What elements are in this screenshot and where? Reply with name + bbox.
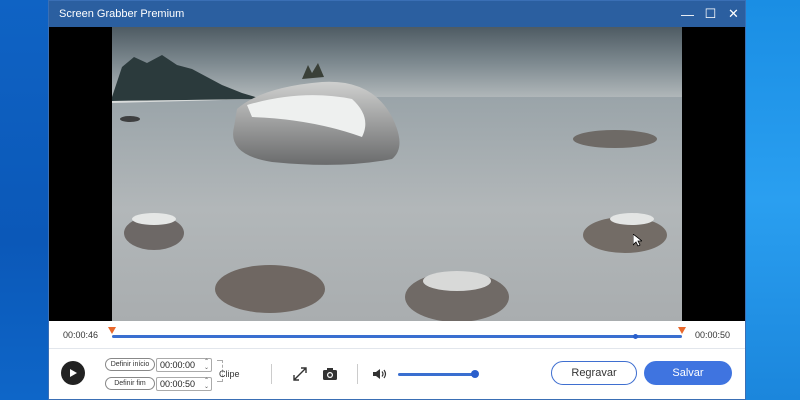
volume-slider-handle[interactable] <box>471 370 479 378</box>
save-button[interactable]: Salvar <box>644 361 732 385</box>
start-time-value: 00:00:00 <box>160 359 196 370</box>
spinner-arrows-icon[interactable]: ⌃ ⌄ <box>204 378 209 390</box>
close-button[interactable]: ✕ <box>722 1 745 27</box>
start-marker-handle[interactable] <box>108 327 116 334</box>
end-time-row: Definir fim 00:00:50 ⌃ ⌄ <box>105 376 212 391</box>
lake-scene-image <box>112 27 682 321</box>
app-window: Screen Grabber Premium — ☐ ✕ 00:00:46 00… <box>48 0 746 400</box>
video-preview[interactable] <box>49 27 745 321</box>
volume-button[interactable] <box>371 365 389 383</box>
control-bar: Definir início 00:00:00 ⌃ ⌄ Definir fim 0… <box>49 350 745 400</box>
timeline-track[interactable] <box>112 335 682 338</box>
set-start-button[interactable]: Definir início <box>105 358 155 371</box>
volume-slider-track[interactable] <box>398 373 476 376</box>
divider <box>271 364 272 384</box>
desktop-background-left <box>0 0 48 400</box>
expand-icon <box>293 367 307 381</box>
minimize-button[interactable]: — <box>676 1 699 27</box>
camera-icon <box>323 368 337 380</box>
play-icon <box>70 369 77 377</box>
mouse-cursor-icon <box>633 234 642 247</box>
spinner-arrows-icon[interactable]: ⌃ ⌄ <box>204 359 209 371</box>
end-time-input[interactable]: 00:00:50 ⌃ ⌄ <box>156 376 212 391</box>
divider <box>357 364 358 384</box>
window-title: Screen Grabber Premium <box>59 8 185 20</box>
desktop-background-right <box>746 0 800 400</box>
title-bar: Screen Grabber Premium — ☐ ✕ <box>49 1 745 27</box>
volume-icon <box>373 369 387 379</box>
snapshot-button[interactable] <box>321 365 339 383</box>
playhead-handle[interactable] <box>633 334 638 339</box>
clip-label: Clipe <box>219 369 240 379</box>
rerecord-button[interactable]: Regravar <box>551 361 637 385</box>
current-time: 00:00:46 <box>63 330 99 340</box>
end-time-value: 00:00:50 <box>160 378 196 389</box>
timeline-bar: 00:00:46 00:00:50 <box>49 321 745 349</box>
end-marker-handle[interactable] <box>678 327 686 334</box>
end-time: 00:00:50 <box>695 330 731 340</box>
play-button[interactable] <box>61 361 85 385</box>
video-frame <box>112 27 682 321</box>
start-time-input[interactable]: 00:00:00 ⌃ ⌄ <box>156 357 212 372</box>
start-time-row: Definir início 00:00:00 ⌃ ⌄ <box>105 357 212 372</box>
window-controls: — ☐ ✕ <box>676 1 745 27</box>
set-end-button[interactable]: Definir fim <box>105 377 155 390</box>
maximize-button[interactable]: ☐ <box>699 1 722 27</box>
expand-button[interactable] <box>291 365 309 383</box>
